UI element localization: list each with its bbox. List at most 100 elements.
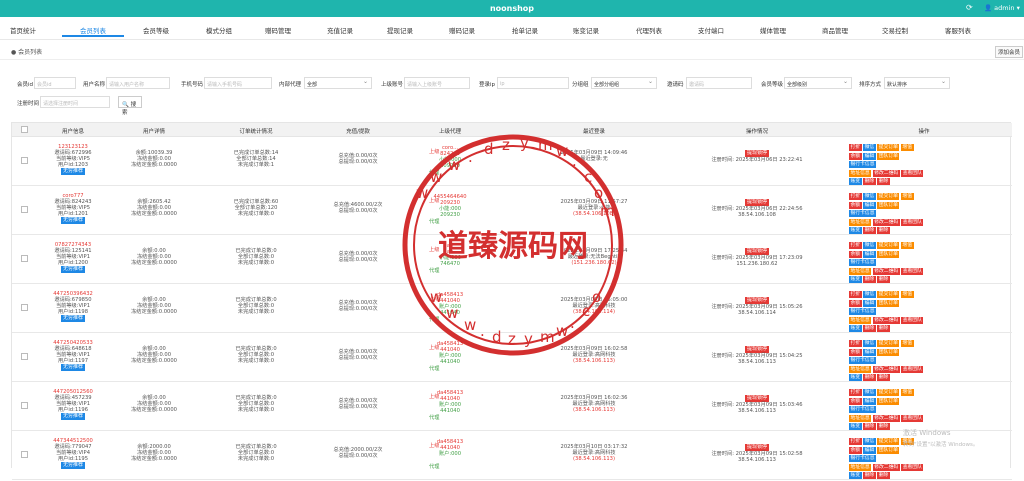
member-id-input[interactable]: 会员id (34, 77, 76, 89)
action-button[interactable]: 打折 (849, 242, 862, 249)
action-button[interactable]: 银行卡信息 (849, 455, 876, 462)
action-button[interactable]: 打折 (849, 340, 862, 347)
breadcrumb-tab[interactable]: ● 会员列表 (11, 47, 42, 56)
action-button[interactable]: 余额 (849, 446, 862, 454)
action-button[interactable]: 修改二维码 (872, 414, 900, 422)
nav-item[interactable]: 会员等级 (143, 25, 169, 35)
action-button[interactable]: 增值 (900, 291, 914, 298)
action-button[interactable]: 微信 (863, 389, 876, 396)
action-button[interactable]: 账变 (849, 325, 862, 332)
proxy-state[interactable]: 代理 (429, 464, 439, 470)
action-button[interactable]: 微信 (863, 291, 876, 298)
sort-select[interactable]: 默认排序 (884, 77, 950, 89)
username-input[interactable]: 请输入用户名称 (106, 77, 170, 89)
action-button[interactable]: 打折 (849, 291, 862, 298)
action-button[interactable]: 账变 (849, 276, 862, 283)
action-button[interactable]: 银行卡信息 (849, 161, 876, 168)
action-button[interactable]: 删除 (877, 472, 890, 479)
action-button[interactable]: 修改二维码 (872, 463, 900, 471)
action-button[interactable]: 删除 (863, 423, 876, 430)
action-button[interactable]: 地址信息 (849, 365, 872, 373)
action-button[interactable]: 删除 (863, 227, 876, 234)
nav-item[interactable]: 首页统计 (10, 25, 36, 35)
nav-item[interactable]: 模式分组 (206, 25, 232, 35)
action-button[interactable]: 编辑 (863, 299, 876, 307)
action-button[interactable]: 删除 (863, 276, 876, 283)
withdraw-lock-badge[interactable]: 提现锁停 (744, 297, 769, 304)
action-button[interactable]: 查看团队 (901, 365, 924, 373)
nav-item[interactable]: 代理列表 (636, 25, 662, 35)
status-badge[interactable]: 无穷推荐 (60, 168, 85, 175)
action-button[interactable]: 银行卡信息 (849, 210, 876, 217)
invite-input[interactable]: 邀请码 (686, 77, 752, 89)
action-button[interactable]: 增值 (900, 242, 914, 249)
login-ip-input[interactable]: ip (497, 77, 569, 89)
nav-item[interactable]: 交易控制 (882, 25, 908, 35)
action-button[interactable]: 删除 (863, 374, 876, 381)
nav-item[interactable]: 客服列表 (945, 25, 971, 35)
action-button[interactable]: 提交订单 (877, 291, 900, 298)
action-button[interactable]: 查看团队 (901, 414, 924, 422)
action-button[interactable]: 余额 (849, 201, 862, 209)
proxy-state[interactable]: 代理 (429, 366, 439, 372)
proxy-state[interactable]: 代理 (429, 415, 439, 421)
nav-item[interactable]: 抢单记录 (512, 25, 538, 35)
action-button[interactable]: 提交订单 (877, 193, 900, 200)
action-button[interactable]: 修改二维码 (872, 267, 900, 275)
action-button[interactable]: 账变 (849, 423, 862, 430)
user-menu[interactable]: 👤 admin ▾ (984, 4, 1020, 12)
nav-item[interactable]: 会员列表 (80, 25, 106, 35)
action-button[interactable]: 账变 (849, 227, 862, 234)
status-badge[interactable]: 无穷推荐 (60, 364, 85, 371)
action-button[interactable]: 修改二维码 (872, 365, 900, 373)
withdraw-lock-badge[interactable]: 提现锁停 (744, 395, 769, 402)
withdraw-lock-badge[interactable]: 提现锁停 (744, 150, 769, 157)
add-member-button[interactable]: 添加会员 (995, 46, 1024, 58)
action-button[interactable]: 查看团队 (901, 169, 924, 177)
action-button[interactable]: 删除 (863, 178, 876, 185)
action-button[interactable]: 提交订单 (877, 340, 900, 347)
reg-time-input[interactable]: 请选择注册时间 (40, 96, 110, 108)
action-button[interactable]: 删除 (863, 472, 876, 479)
action-button[interactable]: 打折 (849, 144, 862, 151)
action-button[interactable]: 打折 (849, 438, 862, 445)
action-button[interactable]: 银行卡信息 (849, 357, 876, 364)
action-button[interactable]: 团队订单 (877, 299, 900, 307)
search-button[interactable]: 🔍 搜 索 (118, 96, 142, 116)
action-button[interactable]: 编辑 (863, 201, 876, 209)
action-button[interactable]: 银行卡信息 (849, 406, 876, 413)
action-button[interactable]: 编辑 (863, 152, 876, 160)
refresh-icon[interactable]: ⟳ (966, 3, 973, 12)
nav-item[interactable]: 支付端口 (698, 25, 724, 35)
action-button[interactable]: 提交订单 (877, 144, 900, 151)
action-button[interactable]: 地址信息 (849, 218, 872, 226)
nav-item[interactable]: 提现记录 (387, 25, 413, 35)
withdraw-lock-badge[interactable]: 提现锁停 (744, 444, 769, 451)
action-button[interactable]: 编辑 (863, 397, 876, 405)
status-badge[interactable]: 无穷推荐 (60, 315, 85, 322)
action-button[interactable]: 微信 (863, 438, 876, 445)
action-button[interactable]: 增值 (900, 340, 914, 347)
action-button[interactable]: 增值 (900, 193, 914, 200)
withdraw-lock-badge[interactable]: 提现锁停 (744, 199, 769, 206)
internal-select[interactable]: 全部 (304, 77, 372, 89)
action-button[interactable]: 微信 (863, 193, 876, 200)
action-button[interactable]: 账变 (849, 374, 862, 381)
action-button[interactable]: 修改二维码 (872, 169, 900, 177)
nav-item[interactable]: 账变记录 (573, 25, 599, 35)
action-button[interactable]: 编辑 (863, 348, 876, 356)
action-button[interactable]: 余额 (849, 348, 862, 356)
action-button[interactable]: 提交订单 (877, 438, 900, 445)
nav-item[interactable]: 充值记录 (327, 25, 353, 35)
action-button[interactable]: 账变 (849, 178, 862, 185)
withdraw-lock-badge[interactable]: 提现锁停 (744, 248, 769, 255)
status-badge[interactable]: 无穷推荐 (60, 217, 85, 224)
action-button[interactable]: 地址信息 (849, 463, 872, 471)
action-button[interactable]: 删除 (877, 325, 890, 332)
group-select[interactable]: 全部分组组 (591, 77, 657, 89)
action-button[interactable]: 删除 (877, 178, 890, 185)
status-badge[interactable]: 无穷推荐 (60, 266, 85, 273)
action-button[interactable]: 提交订单 (877, 242, 900, 249)
action-button[interactable]: 余额 (849, 397, 862, 405)
action-button[interactable]: 地址信息 (849, 267, 872, 275)
